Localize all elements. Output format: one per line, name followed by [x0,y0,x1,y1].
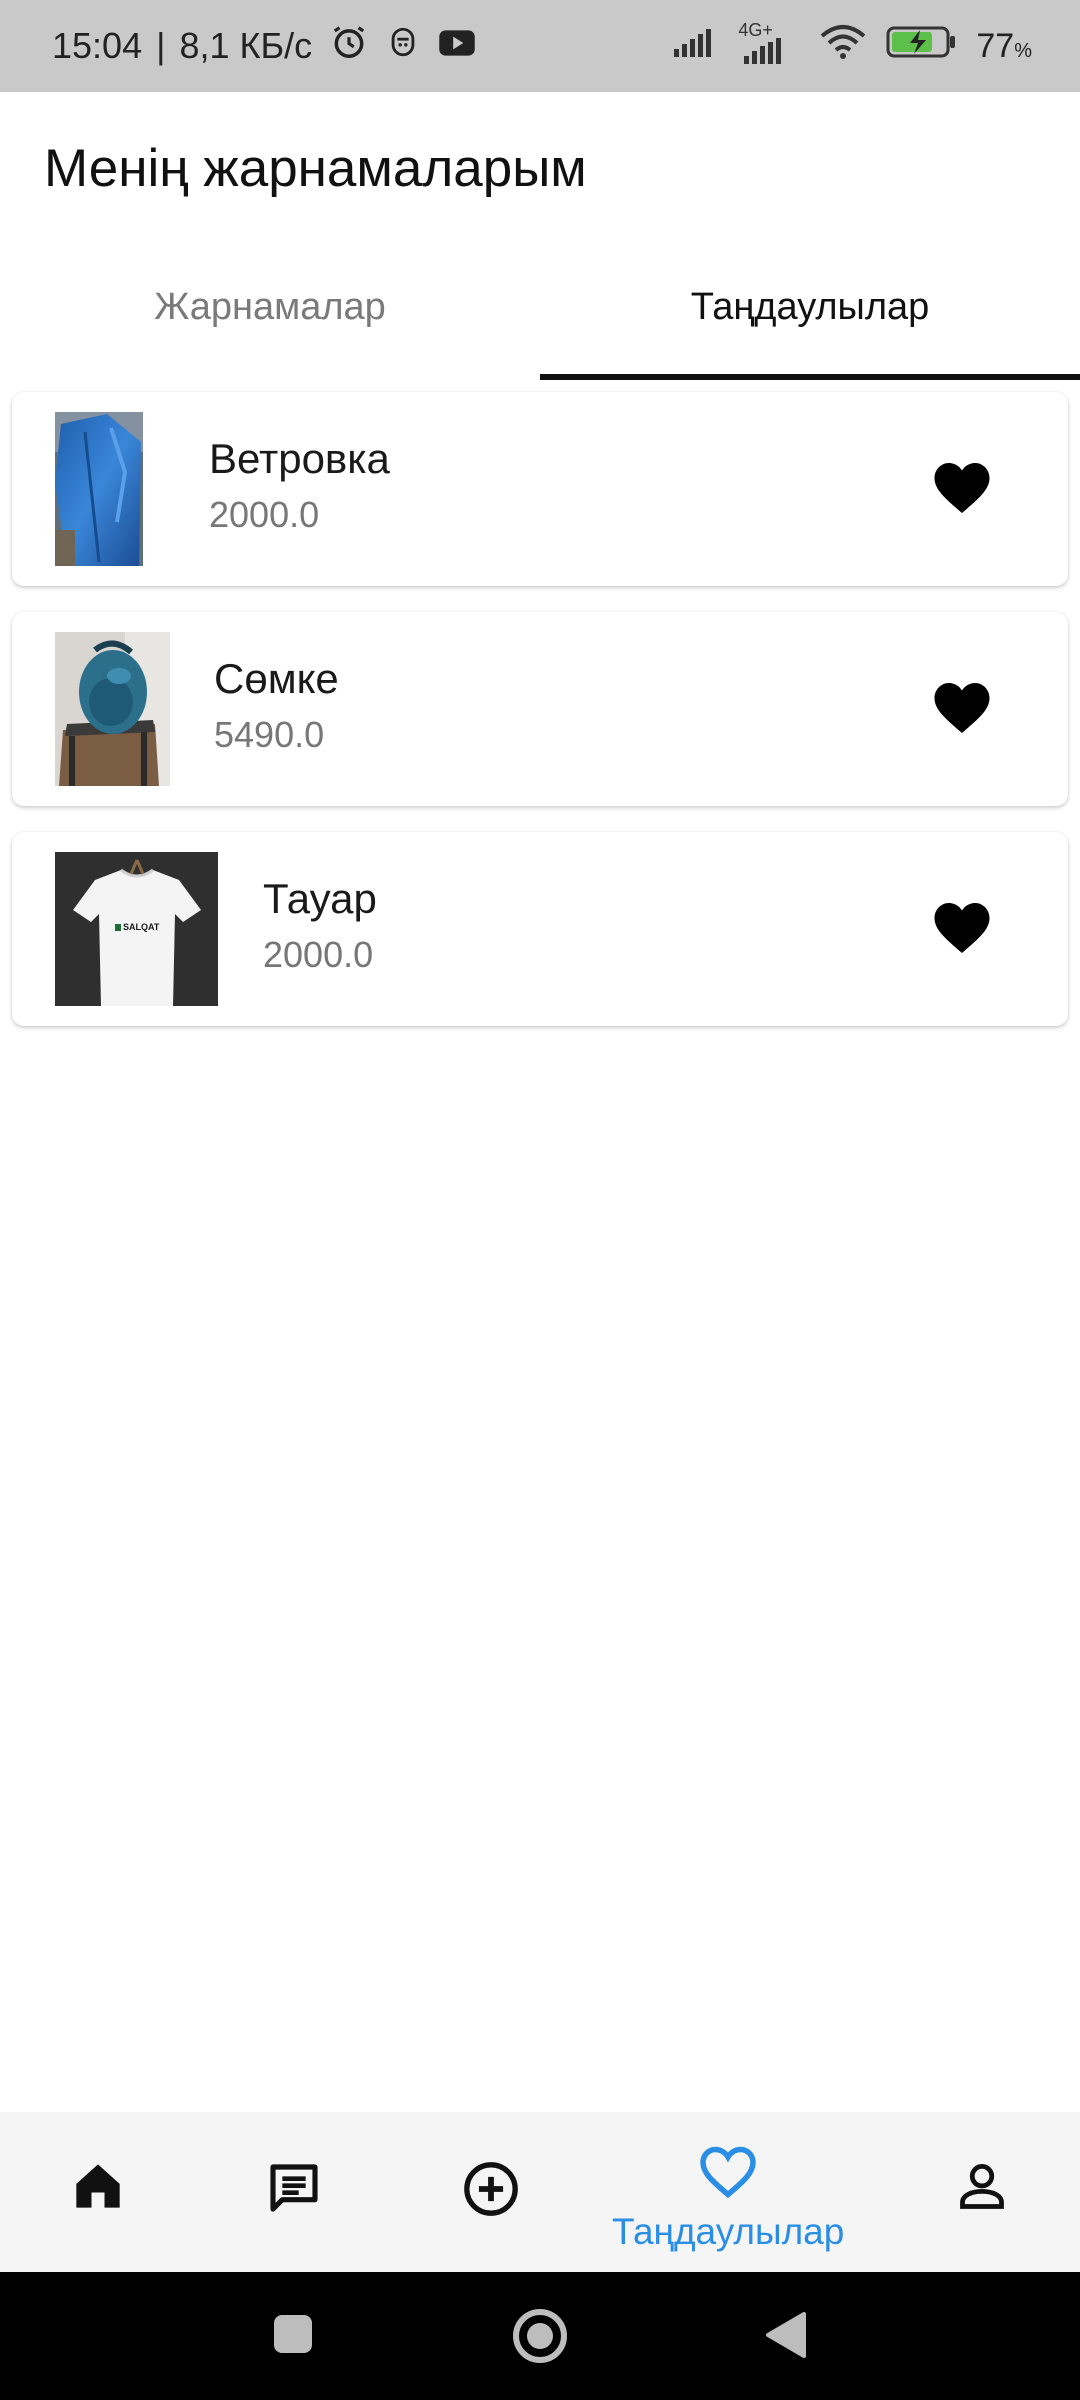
home-icon [72,2160,124,2217]
item-price: 2000.0 [209,494,320,536]
back-triangle-icon[interactable] [764,2312,806,2363]
item-thumbnail [55,412,143,566]
status-separator: | [156,25,166,66]
youtube-icon [438,25,476,67]
heart-icon[interactable] [932,900,992,956]
nav-profile[interactable] [956,2160,1008,2219]
nav-add[interactable] [462,2160,520,2223]
tab-favorites[interactable]: Таңдаулылар [540,255,1080,380]
tab-favorites-label: Таңдаулылар [690,286,930,328]
tab-bar: Жарнамалар Таңдаулылар [0,255,1080,380]
circle-icon[interactable] [512,2308,568,2369]
item-text: Ветровка 2000.0 [209,434,390,536]
item-name: Ветровка [209,435,390,482]
wifi-icon [818,24,868,69]
list-item[interactable]: SALQAT Тауар 2000.0 [12,832,1068,1026]
status-right: 4G+ 77% [672,20,1032,69]
tab-ads[interactable]: Жарнамалар [0,255,540,380]
square-icon[interactable] [272,2313,314,2360]
page-title: Менің жарнамаларым [44,139,587,198]
battery-percent: 77% [976,27,1032,66]
nav-messages[interactable] [265,2160,323,2221]
bottom-nav: Таңдаулылар [0,2112,1080,2272]
item-name: Тауар [263,875,377,922]
system-nav-bar [0,2272,1080,2400]
battery-charging-icon [886,25,958,68]
nav-home[interactable] [72,2160,124,2217]
item-thumbnail: SALQAT [55,852,218,1006]
network-speed: 8,1 КБ/с [179,25,313,66]
battery-percent-unit: % [1014,39,1032,62]
nav-favorites[interactable]: Таңдаулылар [612,2144,844,2253]
heart-outline-icon [698,2144,758,2205]
chat-icon [265,2160,323,2221]
person-icon [956,2160,1008,2219]
item-text: Сөмке 5490.0 [214,654,339,756]
signal-4g-icon: 4G+ [738,20,800,66]
face-icon [388,25,418,68]
alarm-icon [330,23,368,70]
heart-icon[interactable] [932,460,992,516]
item-price: 5490.0 [214,714,325,756]
favorites-list: Ветровка 2000.0 Сөмке 5490.0 SALQAT Тауа… [12,392,1068,1052]
item-name: Сөмке [214,655,339,702]
tshirt-logo-text: SALQAT [123,922,160,932]
item-text: Тауар 2000.0 [263,874,377,976]
item-price: 2000.0 [263,934,374,976]
active-tab-indicator [540,374,1080,380]
battery-percent-value: 77 [976,26,1015,65]
status-time: 15:04 [52,25,143,66]
status-left: 15:04 | 8,1 КБ/с [52,23,476,70]
heart-icon[interactable] [932,680,992,736]
nav-favorites-label: Таңдаулылар [612,2211,845,2252]
add-circle-icon [462,2160,520,2223]
signal-icon [672,25,720,68]
list-item[interactable]: Сөмке 5490.0 [12,612,1068,806]
tab-ads-label: Жарнамалар [154,286,386,328]
list-item[interactable]: Ветровка 2000.0 [12,392,1068,586]
status-bar: 15:04 | 8,1 КБ/с 4G+ 77% [0,0,1080,92]
item-thumbnail [55,632,170,786]
